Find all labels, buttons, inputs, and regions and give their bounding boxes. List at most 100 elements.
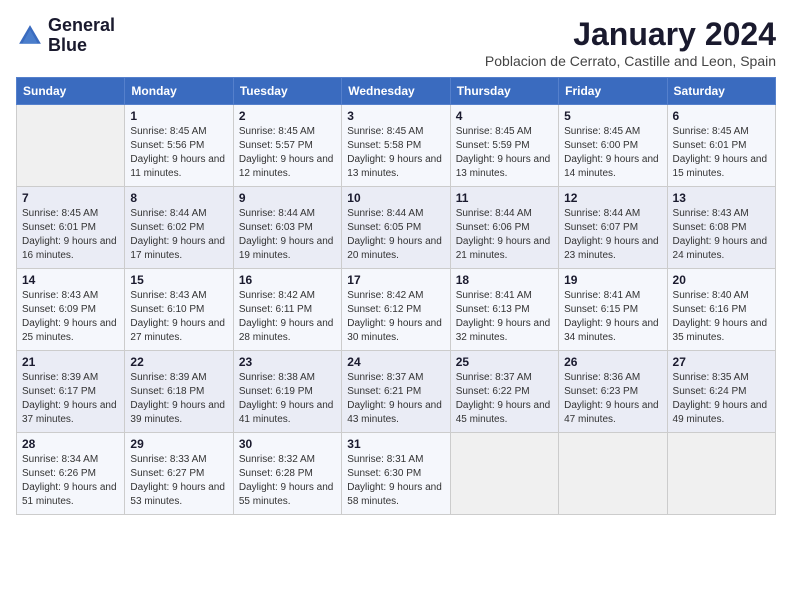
calendar-day-cell: 7 Sunrise: 8:45 AM Sunset: 6:01 PM Dayli… [17,187,125,269]
day-daylight: Daylight: 9 hours and 41 minutes. [239,400,334,425]
day-sunset: Sunset: 6:24 PM [673,386,747,397]
calendar-table: SundayMondayTuesdayWednesdayThursdayFrid… [16,77,776,515]
calendar-day-cell: 1 Sunrise: 8:45 AM Sunset: 5:56 PM Dayli… [125,105,233,187]
calendar-day-cell: 19 Sunrise: 8:41 AM Sunset: 6:15 PM Dayl… [559,269,667,351]
calendar-day-cell: 6 Sunrise: 8:45 AM Sunset: 6:01 PM Dayli… [667,105,775,187]
day-daylight: Daylight: 9 hours and 45 minutes. [456,400,551,425]
day-number: 28 [22,437,119,451]
day-daylight: Daylight: 9 hours and 27 minutes. [130,318,225,343]
day-daylight: Daylight: 9 hours and 24 minutes. [673,236,768,261]
calendar-day-cell: 11 Sunrise: 8:44 AM Sunset: 6:06 PM Dayl… [450,187,558,269]
day-daylight: Daylight: 9 hours and 16 minutes. [22,236,117,261]
weekday-header-cell: Sunday [17,78,125,105]
calendar-week-row: 1 Sunrise: 8:45 AM Sunset: 5:56 PM Dayli… [17,105,776,187]
calendar-day-cell [667,433,775,515]
calendar-day-cell: 14 Sunrise: 8:43 AM Sunset: 6:09 PM Dayl… [17,269,125,351]
day-daylight: Daylight: 9 hours and 25 minutes. [22,318,117,343]
calendar-body: 1 Sunrise: 8:45 AM Sunset: 5:56 PM Dayli… [17,105,776,515]
calendar-day-cell: 26 Sunrise: 8:36 AM Sunset: 6:23 PM Dayl… [559,351,667,433]
day-number: 31 [347,437,444,451]
day-number: 19 [564,273,661,287]
day-sunset: Sunset: 6:21 PM [347,386,421,397]
weekday-header-cell: Wednesday [342,78,450,105]
day-sunrise: Sunrise: 8:45 AM [239,126,315,137]
day-sunrise: Sunrise: 8:43 AM [130,290,206,301]
day-daylight: Daylight: 9 hours and 51 minutes. [22,482,117,507]
day-sunset: Sunset: 6:08 PM [673,222,747,233]
calendar-day-cell: 9 Sunrise: 8:44 AM Sunset: 6:03 PM Dayli… [233,187,341,269]
day-sunrise: Sunrise: 8:45 AM [673,126,749,137]
calendar-day-cell [17,105,125,187]
day-daylight: Daylight: 9 hours and 39 minutes. [130,400,225,425]
day-daylight: Daylight: 9 hours and 47 minutes. [564,400,659,425]
day-daylight: Daylight: 9 hours and 13 minutes. [347,154,442,179]
location-title: Poblacion de Cerrato, Castille and Leon,… [485,53,776,69]
day-number: 23 [239,355,336,369]
calendar-day-cell: 31 Sunrise: 8:31 AM Sunset: 6:30 PM Dayl… [342,433,450,515]
day-sunset: Sunset: 6:17 PM [22,386,96,397]
day-sunset: Sunset: 6:03 PM [239,222,313,233]
logo-icon [16,22,44,50]
day-number: 6 [673,109,770,123]
day-number: 12 [564,191,661,205]
day-daylight: Daylight: 9 hours and 17 minutes. [130,236,225,261]
calendar-day-cell: 29 Sunrise: 8:33 AM Sunset: 6:27 PM Dayl… [125,433,233,515]
day-number: 25 [456,355,553,369]
calendar-day-cell: 12 Sunrise: 8:44 AM Sunset: 6:07 PM Dayl… [559,187,667,269]
day-daylight: Daylight: 9 hours and 53 minutes. [130,482,225,507]
day-sunrise: Sunrise: 8:43 AM [673,208,749,219]
day-sunrise: Sunrise: 8:45 AM [564,126,640,137]
day-number: 1 [130,109,227,123]
day-number: 29 [130,437,227,451]
day-sunrise: Sunrise: 8:44 AM [456,208,532,219]
calendar-day-cell: 23 Sunrise: 8:38 AM Sunset: 6:19 PM Dayl… [233,351,341,433]
calendar-day-cell: 3 Sunrise: 8:45 AM Sunset: 5:58 PM Dayli… [342,105,450,187]
weekday-header-cell: Monday [125,78,233,105]
day-sunset: Sunset: 6:02 PM [130,222,204,233]
calendar-day-cell [559,433,667,515]
day-number: 17 [347,273,444,287]
day-sunrise: Sunrise: 8:37 AM [347,372,423,383]
day-daylight: Daylight: 9 hours and 19 minutes. [239,236,334,261]
calendar-day-cell: 27 Sunrise: 8:35 AM Sunset: 6:24 PM Dayl… [667,351,775,433]
day-sunrise: Sunrise: 8:42 AM [239,290,315,301]
weekday-header-cell: Friday [559,78,667,105]
logo-text: General Blue [48,16,115,56]
day-daylight: Daylight: 9 hours and 11 minutes. [130,154,225,179]
day-number: 9 [239,191,336,205]
day-number: 14 [22,273,119,287]
day-daylight: Daylight: 9 hours and 21 minutes. [456,236,551,261]
weekday-header-row: SundayMondayTuesdayWednesdayThursdayFrid… [17,78,776,105]
day-sunrise: Sunrise: 8:44 AM [347,208,423,219]
day-daylight: Daylight: 9 hours and 58 minutes. [347,482,442,507]
day-sunrise: Sunrise: 8:45 AM [456,126,532,137]
day-sunrise: Sunrise: 8:35 AM [673,372,749,383]
day-sunset: Sunset: 6:10 PM [130,304,204,315]
day-sunset: Sunset: 6:18 PM [130,386,204,397]
day-daylight: Daylight: 9 hours and 49 minutes. [673,400,768,425]
day-sunset: Sunset: 6:19 PM [239,386,313,397]
calendar-day-cell: 25 Sunrise: 8:37 AM Sunset: 6:22 PM Dayl… [450,351,558,433]
calendar-day-cell: 15 Sunrise: 8:43 AM Sunset: 6:10 PM Dayl… [125,269,233,351]
calendar-week-row: 28 Sunrise: 8:34 AM Sunset: 6:26 PM Dayl… [17,433,776,515]
calendar-day-cell: 28 Sunrise: 8:34 AM Sunset: 6:26 PM Dayl… [17,433,125,515]
day-sunset: Sunset: 6:06 PM [456,222,530,233]
day-sunset: Sunset: 6:09 PM [22,304,96,315]
day-daylight: Daylight: 9 hours and 13 minutes. [456,154,551,179]
calendar-day-cell: 21 Sunrise: 8:39 AM Sunset: 6:17 PM Dayl… [17,351,125,433]
day-number: 4 [456,109,553,123]
day-sunrise: Sunrise: 8:32 AM [239,454,315,465]
day-sunrise: Sunrise: 8:45 AM [130,126,206,137]
day-sunrise: Sunrise: 8:38 AM [239,372,315,383]
logo: General Blue [16,16,115,56]
calendar-day-cell: 5 Sunrise: 8:45 AM Sunset: 6:00 PM Dayli… [559,105,667,187]
day-sunrise: Sunrise: 8:45 AM [22,208,98,219]
calendar-day-cell: 16 Sunrise: 8:42 AM Sunset: 6:11 PM Dayl… [233,269,341,351]
day-daylight: Daylight: 9 hours and 35 minutes. [673,318,768,343]
day-sunset: Sunset: 6:12 PM [347,304,421,315]
day-sunset: Sunset: 6:13 PM [456,304,530,315]
calendar-day-cell: 30 Sunrise: 8:32 AM Sunset: 6:28 PM Dayl… [233,433,341,515]
day-sunset: Sunset: 6:26 PM [22,468,96,479]
calendar-day-cell: 10 Sunrise: 8:44 AM Sunset: 6:05 PM Dayl… [342,187,450,269]
calendar-day-cell [450,433,558,515]
